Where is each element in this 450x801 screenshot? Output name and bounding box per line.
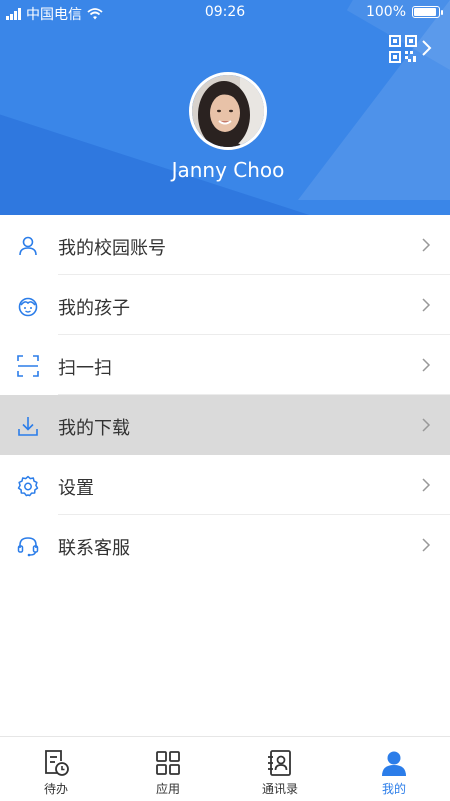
chevron-right-icon — [422, 238, 431, 252]
bottom-tab-bar: 待办 应用 通讯录 我的 — [0, 736, 450, 801]
tab-label: 通讯录 — [261, 782, 298, 796]
tab-mine[interactable]: 我的 — [338, 737, 450, 801]
contacts-icon — [268, 750, 291, 776]
chevron-right-icon — [422, 298, 431, 312]
menu-item-my-child[interactable]: 我的孩子 — [0, 275, 450, 335]
todo-clock-icon — [45, 750, 69, 776]
chevron-right-icon — [422, 478, 431, 492]
child-face-icon — [18, 297, 38, 317]
avatar-photo — [192, 75, 264, 147]
user-icon — [19, 236, 37, 256]
chevron-right-icon — [422, 538, 431, 552]
headset-icon — [17, 537, 39, 557]
menu-item-label: 扫一扫 — [58, 358, 112, 379]
menu-item-customer-service[interactable]: 联系客服 — [0, 515, 450, 575]
battery-percent: 100% — [365, 4, 406, 20]
tab-label: 我的 — [381, 782, 406, 796]
battery-icon — [412, 6, 443, 18]
menu-item-label: 我的校园账号 — [58, 238, 166, 259]
chevron-right-icon[interactable] — [421, 38, 433, 58]
chevron-right-icon — [422, 418, 431, 432]
menu-item-label: 我的孩子 — [58, 298, 130, 319]
tab-todo[interactable]: 待办 — [0, 737, 112, 801]
tab-contacts[interactable]: 通讯录 — [224, 737, 336, 801]
status-bar: 中国电信 09:26 100% — [0, 0, 450, 24]
tab-label: 应用 — [155, 782, 180, 796]
profile-name[interactable]: Janny Choo — [0, 158, 450, 182]
apps-grid-icon — [156, 751, 180, 775]
menu-item-label: 设置 — [58, 478, 94, 499]
profile-menu: 我的校园账号 我的孩子 扫一扫 我的下载 设置 联系客服 — [0, 215, 450, 575]
menu-item-label: 联系客服 — [58, 538, 130, 559]
tab-label: 待办 — [43, 782, 68, 796]
menu-item-campus-account[interactable]: 我的校园账号 — [0, 215, 450, 275]
profile-header: 中国电信 09:26 100% Janny Choo — [0, 0, 450, 215]
menu-item-scan[interactable]: 扫一扫 — [0, 335, 450, 395]
download-icon — [18, 417, 38, 436]
avatar[interactable] — [189, 72, 267, 150]
menu-item-downloads[interactable]: 我的下载 — [0, 395, 450, 455]
qr-code-icon[interactable] — [389, 35, 417, 63]
person-icon — [382, 751, 406, 776]
menu-item-label: 我的下载 — [58, 418, 130, 439]
scan-icon — [17, 355, 39, 377]
gear-icon — [17, 475, 39, 497]
chevron-right-icon — [422, 358, 431, 372]
menu-item-settings[interactable]: 设置 — [0, 455, 450, 515]
tab-apps[interactable]: 应用 — [112, 737, 224, 801]
